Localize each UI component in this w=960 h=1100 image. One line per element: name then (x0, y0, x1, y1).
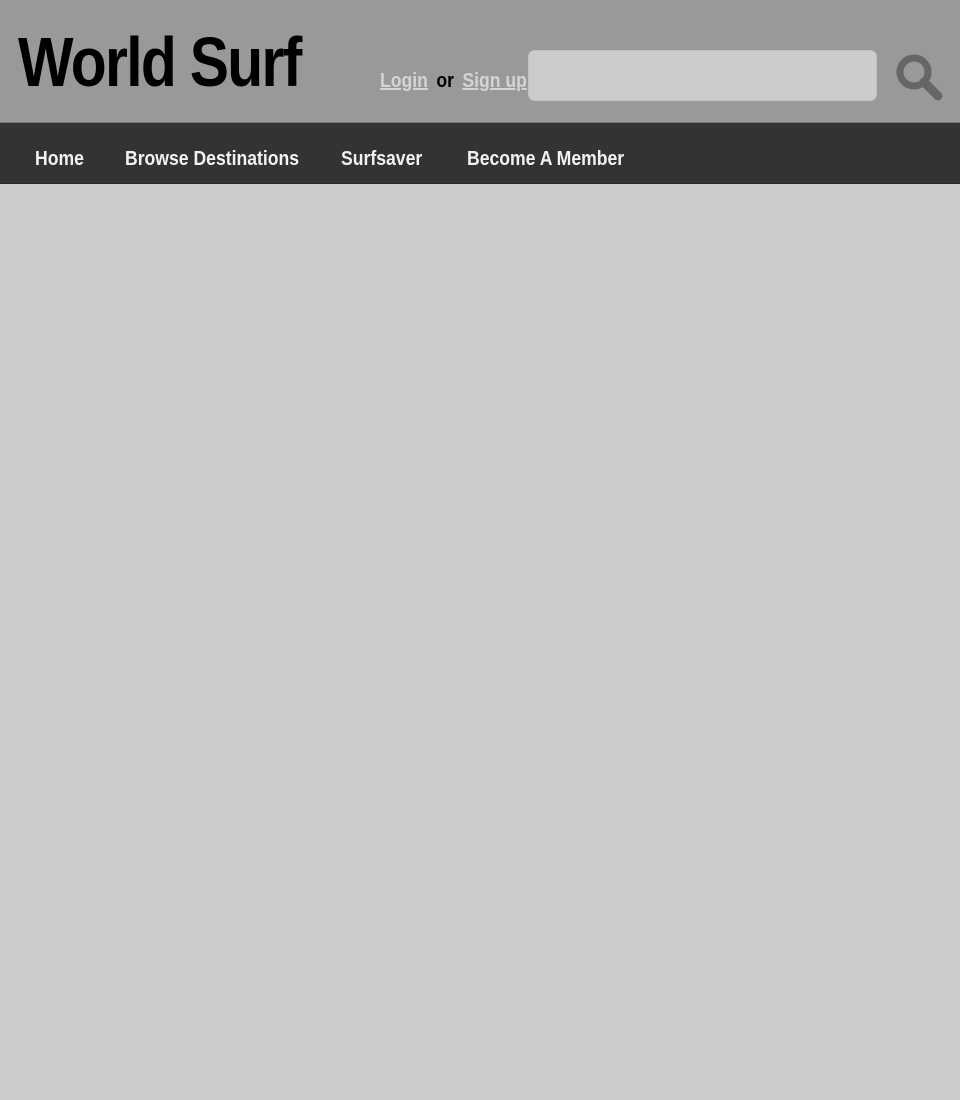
nav-item-browse-destinations[interactable]: Browse Destinations (125, 123, 299, 183)
search-button[interactable] (892, 50, 946, 104)
nav-item-home[interactable]: Home (35, 123, 84, 183)
search-icon (896, 54, 943, 101)
nav-item-surfsaver[interactable]: Surfsaver (341, 123, 422, 183)
site-header: World Surf Login or Sign up (0, 0, 960, 123)
login-link[interactable]: Login (380, 70, 428, 92)
main-content-area (0, 184, 960, 1100)
search-input[interactable] (528, 50, 877, 101)
nav-item-become-a-member[interactable]: Become A Member (467, 123, 624, 183)
site-logo-title[interactable]: World Surf (18, 22, 302, 102)
main-navigation: Home Browse Destinations Surfsaver Becom… (0, 123, 960, 184)
auth-links: Login or Sign up (380, 68, 527, 94)
signup-link[interactable]: Sign up (462, 70, 527, 92)
or-separator-text: or (436, 70, 454, 92)
